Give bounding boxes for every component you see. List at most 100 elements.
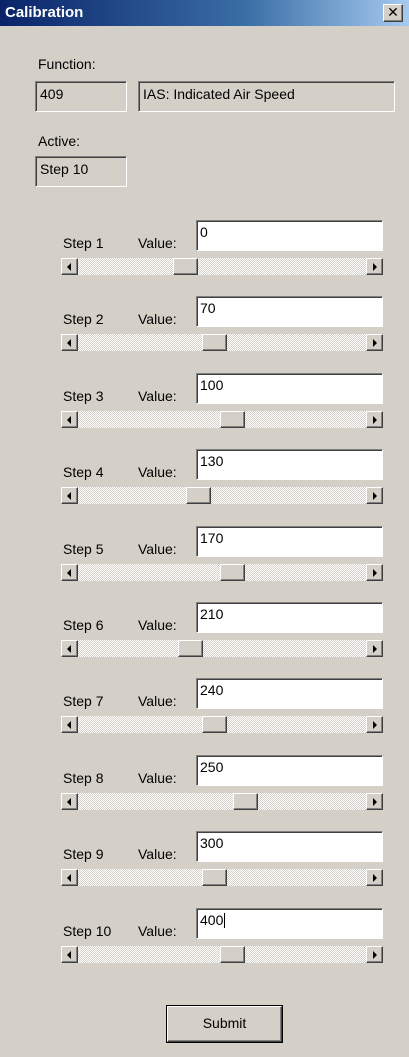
scroll-right-arrow-icon[interactable] (366, 411, 383, 428)
function-id-field: 409 (35, 81, 127, 112)
slider-thumb[interactable] (220, 946, 245, 963)
scroll-right-arrow-icon[interactable] (366, 487, 383, 504)
step-value-text: 130 (200, 453, 224, 469)
calibration-step-row: Step 9 Value: 300 (0, 831, 409, 907)
step-value-text: 170 (200, 530, 224, 546)
scroll-left-arrow-icon[interactable] (61, 793, 78, 810)
step-value-text: 0 (200, 224, 208, 240)
slider-thumb[interactable] (233, 793, 258, 810)
value-label: Value: (138, 388, 177, 404)
calibration-step-row: Step 8 Value: 250 (0, 755, 409, 831)
step-value-text: 300 (200, 835, 224, 851)
value-label: Value: (138, 846, 177, 862)
step-slider[interactable] (61, 334, 383, 351)
slider-thumb[interactable] (186, 487, 211, 504)
active-label: Active: (38, 133, 81, 149)
step-value-input[interactable]: 240 (196, 678, 383, 709)
value-label: Value: (138, 770, 177, 786)
window-title: Calibration (5, 4, 84, 21)
scroll-left-arrow-icon[interactable] (61, 487, 78, 504)
step-label: Step 10 (63, 923, 112, 939)
value-label: Value: (138, 923, 177, 939)
slider-thumb[interactable] (202, 334, 227, 351)
scroll-left-arrow-icon[interactable] (61, 946, 78, 963)
slider-thumb[interactable] (173, 258, 198, 275)
value-label: Value: (138, 235, 177, 251)
scroll-left-arrow-icon[interactable] (61, 411, 78, 428)
step-slider[interactable] (61, 793, 383, 810)
scroll-right-arrow-icon[interactable] (366, 869, 383, 886)
step-value-input[interactable]: 210 (196, 602, 383, 633)
scroll-left-arrow-icon[interactable] (61, 564, 78, 581)
calibration-step-row: Step 1 Value: 0 (0, 220, 409, 296)
step-slider[interactable] (61, 946, 383, 963)
step-value-input[interactable]: 250 (196, 755, 383, 786)
value-label: Value: (138, 693, 177, 709)
scroll-right-arrow-icon[interactable] (366, 640, 383, 657)
step-slider[interactable] (61, 411, 383, 428)
step-slider[interactable] (61, 487, 383, 504)
calibration-step-row: Step 3 Value: 100 (0, 373, 409, 449)
step-value-input[interactable]: 100 (196, 373, 383, 404)
step-value-text: 240 (200, 682, 224, 698)
scroll-left-arrow-icon[interactable] (61, 640, 78, 657)
calibration-step-row: Step 4 Value: 130 (0, 449, 409, 525)
step-label: Step 3 (63, 388, 104, 404)
slider-thumb[interactable] (178, 640, 203, 657)
scroll-left-arrow-icon[interactable] (61, 869, 78, 886)
scroll-left-arrow-icon[interactable] (61, 716, 78, 733)
calibration-step-row: Step 7 Value: 240 (0, 678, 409, 754)
step-label: Step 4 (63, 464, 104, 480)
submit-button[interactable]: Submit (167, 1006, 282, 1042)
step-value-text: 400 (200, 912, 224, 928)
scroll-right-arrow-icon[interactable] (366, 946, 383, 963)
value-label: Value: (138, 311, 177, 327)
slider-thumb[interactable] (220, 564, 245, 581)
slider-thumb[interactable] (202, 716, 227, 733)
step-label: Step 1 (63, 235, 104, 251)
function-name-field: IAS: Indicated Air Speed (138, 81, 395, 112)
calibration-step-row: Step 10 Value: 400 (0, 908, 409, 984)
step-slider[interactable] (61, 564, 383, 581)
slider-thumb[interactable] (202, 869, 227, 886)
step-slider[interactable] (61, 258, 383, 275)
scroll-right-arrow-icon[interactable] (366, 564, 383, 581)
step-label: Step 9 (63, 846, 104, 862)
scroll-left-arrow-icon[interactable] (61, 334, 78, 351)
step-label: Step 8 (63, 770, 104, 786)
step-label: Step 6 (63, 617, 104, 633)
scroll-right-arrow-icon[interactable] (366, 716, 383, 733)
step-label: Step 2 (63, 311, 104, 327)
step-value-input[interactable]: 130 (196, 449, 383, 480)
active-step-field: Step 10 (35, 156, 127, 187)
scroll-right-arrow-icon[interactable] (366, 793, 383, 810)
calibration-step-row: Step 6 Value: 210 (0, 602, 409, 678)
function-label: Function: (38, 56, 96, 72)
slider-thumb[interactable] (220, 411, 245, 428)
step-value-text: 250 (200, 759, 224, 775)
step-value-text: 70 (200, 300, 216, 316)
step-value-input[interactable]: 300 (196, 831, 383, 862)
step-value-input[interactable]: 170 (196, 526, 383, 557)
value-label: Value: (138, 617, 177, 633)
step-value-text: 210 (200, 606, 224, 622)
step-label: Step 7 (63, 693, 104, 709)
step-value-input[interactable]: 400 (196, 908, 383, 939)
step-value-input[interactable]: 0 (196, 220, 383, 251)
title-bar: Calibration ✕ (0, 0, 409, 26)
close-icon[interactable]: ✕ (383, 4, 403, 22)
scroll-right-arrow-icon[interactable] (366, 334, 383, 351)
step-slider[interactable] (61, 716, 383, 733)
scroll-right-arrow-icon[interactable] (366, 258, 383, 275)
scroll-left-arrow-icon[interactable] (61, 258, 78, 275)
calibration-step-row: Step 5 Value: 170 (0, 526, 409, 602)
text-caret (224, 913, 226, 928)
step-value-text: 100 (200, 377, 224, 393)
step-slider[interactable] (61, 640, 383, 657)
step-value-input[interactable]: 70 (196, 296, 383, 327)
value-label: Value: (138, 541, 177, 557)
step-label: Step 5 (63, 541, 104, 557)
calibration-step-row: Step 2 Value: 70 (0, 296, 409, 372)
step-slider[interactable] (61, 869, 383, 886)
value-label: Value: (138, 464, 177, 480)
